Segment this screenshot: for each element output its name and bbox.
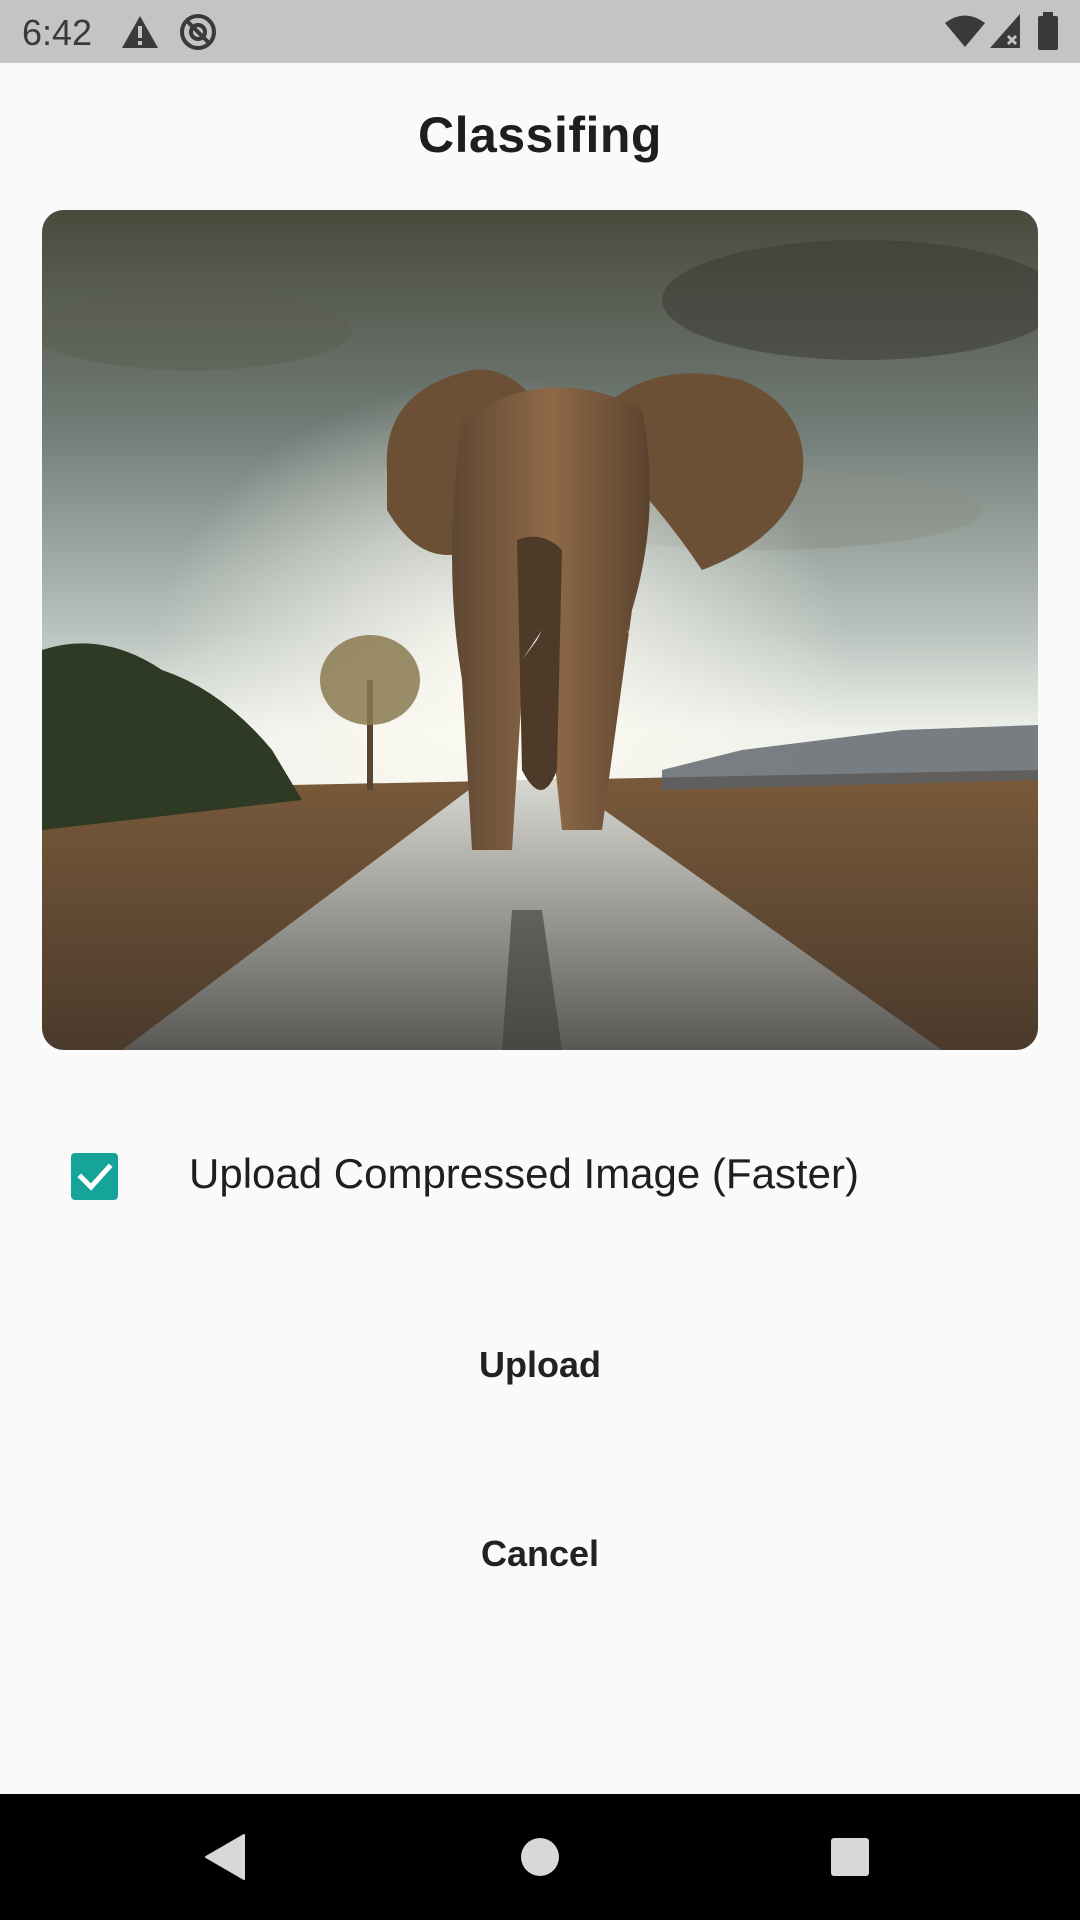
upload-button[interactable]: Upload (360, 1310, 720, 1420)
preview-image (42, 210, 1038, 1050)
recents-button[interactable] (775, 1794, 925, 1920)
battery-icon (1037, 12, 1059, 55)
status-bar: 6:42 (0, 0, 1080, 63)
status-time: 6:42 (22, 12, 93, 53)
wifi-icon (944, 14, 986, 53)
home-icon (521, 1838, 559, 1876)
cellular-no-data-icon (988, 12, 1022, 55)
warning-icon (121, 15, 159, 54)
home-button[interactable] (465, 1794, 615, 1920)
back-icon (205, 1834, 245, 1880)
no-sync-icon (178, 12, 218, 57)
recents-icon (831, 1838, 869, 1876)
page-title: Classifing (418, 107, 662, 163)
navigation-bar (0, 1794, 1080, 1920)
back-button[interactable] (150, 1794, 300, 1920)
cancel-button[interactable]: Cancel (360, 1499, 720, 1609)
checkmark-icon (77, 1163, 113, 1191)
compress-checkbox-label[interactable]: Upload Compressed Image (Faster) (189, 1150, 859, 1198)
compress-checkbox[interactable] (71, 1153, 118, 1200)
